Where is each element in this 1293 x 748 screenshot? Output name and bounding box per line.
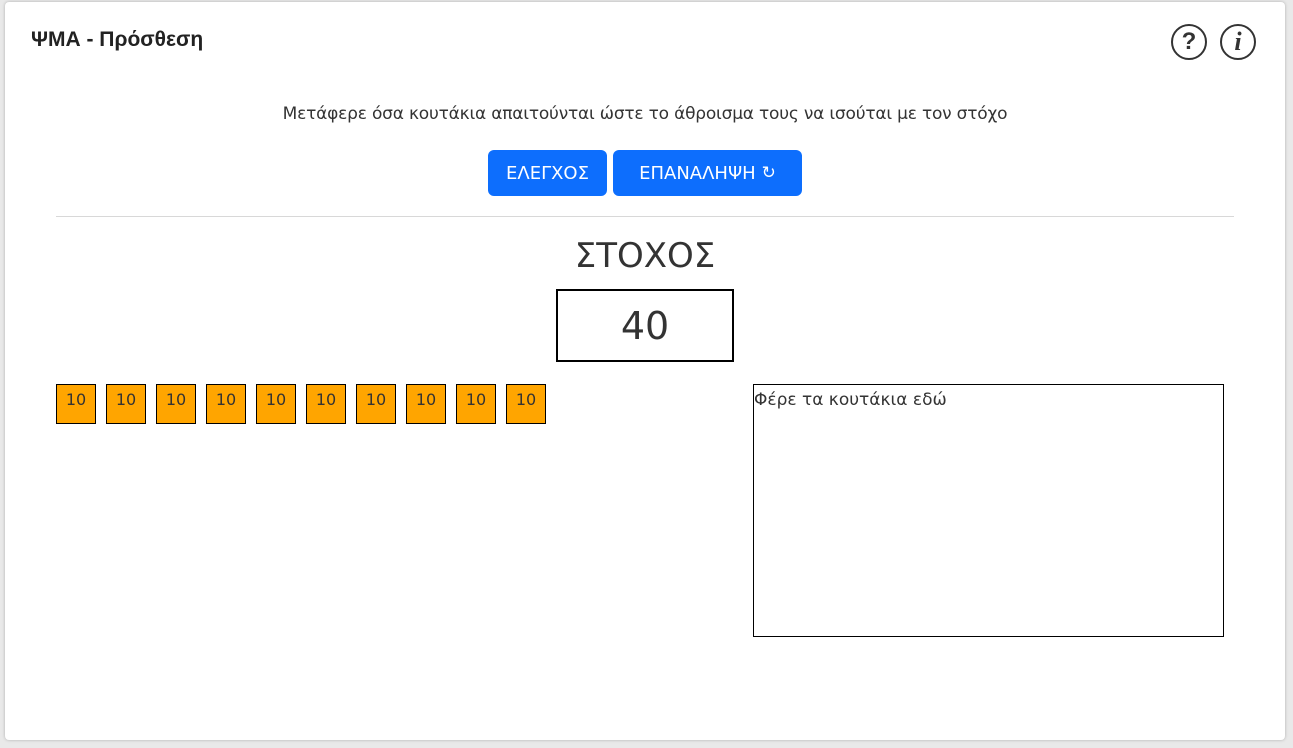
instruction-text: Μετάφερε όσα κουτάκια απαιτούνται ώστε τ… [282,104,1008,124]
number-tile[interactable]: 10 [106,384,146,424]
info-icon[interactable]: i [1220,24,1256,60]
number-tile[interactable]: 10 [456,384,496,424]
reset-button-label: ΕΠΑΝΑΛΗΨΗ [639,162,756,184]
check-button[interactable]: ΕΛΕΓΧΟΣ [488,150,607,196]
help-glyph: ? [1181,28,1197,55]
drop-zone[interactable]: Φέρε τα κουτάκια εδώ [753,384,1224,637]
number-tile[interactable]: 10 [206,384,246,424]
refresh-icon: ↻ [761,163,776,183]
tile-pool: 10 10 10 10 10 10 10 10 10 10 [56,384,546,424]
number-tile[interactable]: 10 [56,384,96,424]
number-tile[interactable]: 10 [306,384,346,424]
drop-zone-label: Φέρε τα κουτάκια εδώ [754,390,947,410]
number-tile[interactable]: 10 [156,384,196,424]
target-value-box: 40 [556,289,734,362]
number-tile[interactable]: 10 [356,384,396,424]
page-title: ΨΜΑ - Πρόσθεση [31,28,204,51]
number-tile[interactable]: 10 [256,384,296,424]
activity-card: ΨΜΑ - Πρόσθεση ? i Μετάφερε όσα κουτάκια… [5,2,1285,740]
check-button-label: ΕΛΕΓΧΟΣ [506,162,589,184]
divider [56,216,1234,217]
help-icon[interactable]: ? [1171,24,1207,60]
target-label: ΣΤΟΧΟΣ [574,236,716,276]
target-value: 40 [620,303,670,348]
reset-button[interactable]: ΕΠΑΝΑΛΗΨΗ ↻ [613,150,802,196]
number-tile[interactable]: 10 [506,384,546,424]
info-glyph: i [1234,27,1242,56]
number-tile[interactable]: 10 [406,384,446,424]
